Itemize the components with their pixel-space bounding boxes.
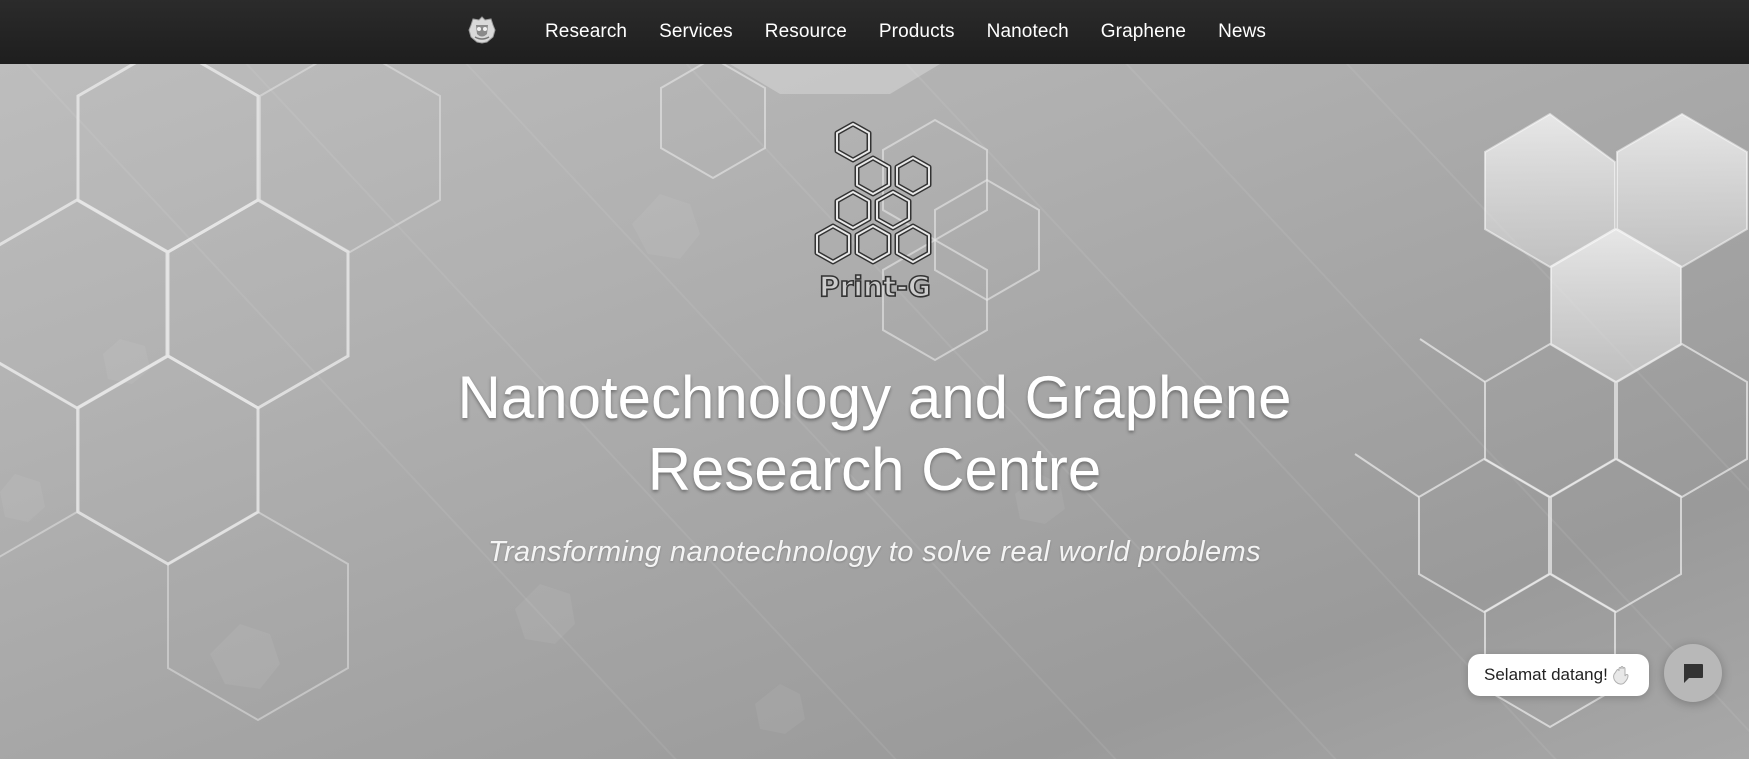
nav-link-nanotech[interactable]: Nanotech [987, 21, 1069, 43]
chat-launcher-button[interactable] [1664, 644, 1722, 702]
nav-link-resource[interactable]: Resource [765, 21, 847, 43]
hero-subtitle: Transforming nanotechnology to solve rea… [487, 536, 1261, 568]
nav-link-graphene[interactable]: Graphene [1101, 21, 1186, 43]
nav-link-services[interactable]: Services [659, 21, 733, 43]
page-title-line-1: Nanotechnology and Graphene [457, 364, 1292, 431]
print-g-logo-text: Print-G [819, 270, 931, 303]
chat-greeting-bubble[interactable]: Selamat datang! [1468, 654, 1649, 696]
honeycomb-hexagon-icon: Print-G [814, 121, 932, 304]
nav-link-products[interactable]: Products [879, 21, 955, 43]
nav-link-research[interactable]: Research [545, 21, 627, 43]
page-title: Nanotechnology and Graphene Research Cen… [0, 362, 1749, 506]
top-navbar: Research Services Resource Products Nano… [0, 0, 1749, 64]
print-g-logo: Print-G [805, 112, 945, 312]
page-title-line-2: Research Centre [647, 436, 1102, 503]
nav-link-news[interactable]: News [1218, 21, 1266, 43]
waving-hand-icon [1610, 664, 1632, 686]
university-crest-icon[interactable] [467, 15, 497, 45]
chat-icon [1684, 664, 1703, 683]
chat-greeting-text: Selamat datang! [1484, 665, 1608, 684]
